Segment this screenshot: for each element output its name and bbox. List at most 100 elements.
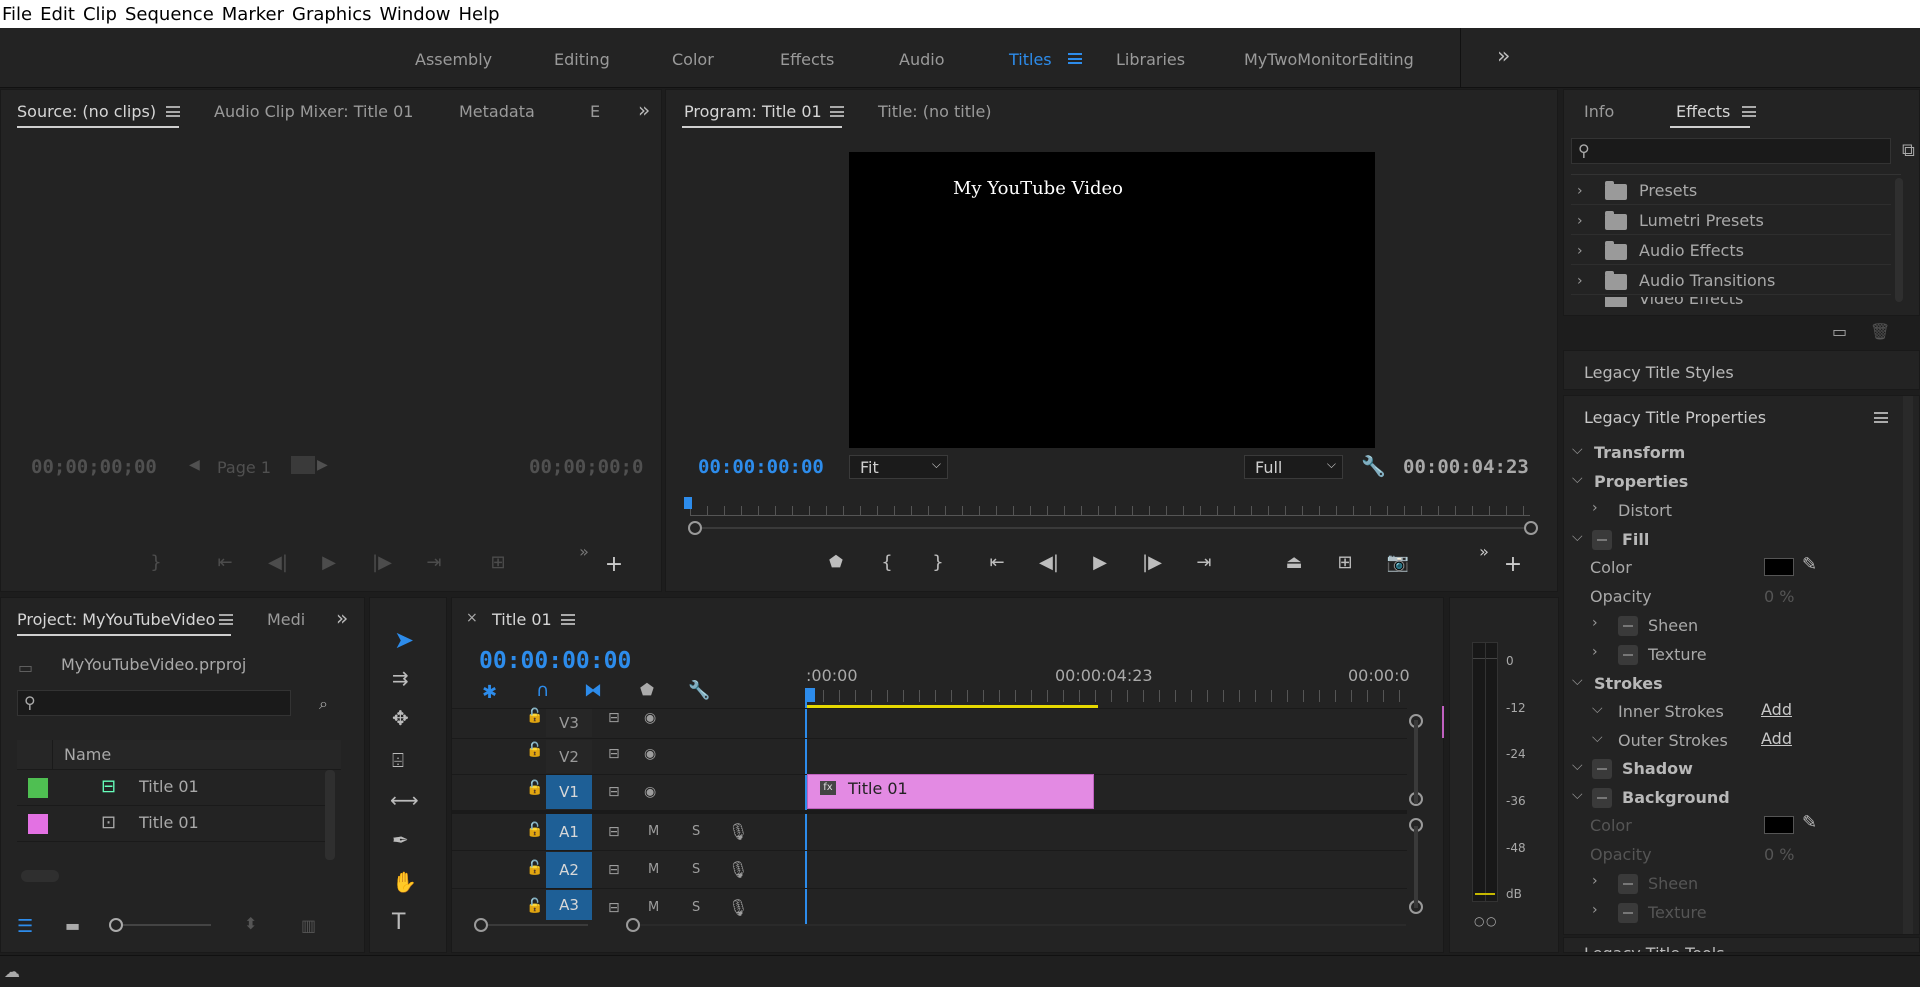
trash-icon[interactable]: 🗑 — [1870, 322, 1890, 341]
track-target-v1[interactable]: V1 — [546, 775, 592, 809]
tab-media[interactable]: Medi — [267, 610, 305, 629]
tab-title[interactable]: Title: (no title) — [878, 102, 992, 121]
effects-item-presets[interactable]: › Presets — [1571, 180, 1891, 205]
more-tabs-icon[interactable]: » — [336, 606, 348, 630]
snap-icon[interactable]: ∩ — [536, 680, 549, 701]
more-controls-icon[interactable]: » — [1471, 542, 1497, 561]
timeline-ruler[interactable] — [807, 690, 1407, 702]
eyedropper-icon[interactable]: ✎ — [1802, 554, 1817, 575]
chevron-right-icon[interactable]: › — [1592, 873, 1598, 889]
chevron-right-icon[interactable]: › — [1592, 902, 1598, 918]
solo-button[interactable]: S — [692, 862, 700, 877]
effects-item-audio-transitions[interactable]: › Audio Transitions — [1571, 270, 1891, 295]
timeline-scroll-track[interactable] — [640, 924, 1406, 926]
go-to-out-icon[interactable]: ⇥ — [421, 552, 447, 573]
chevron-down-icon[interactable]: ⌵ — [1572, 787, 1583, 803]
column-name-header[interactable]: Name — [64, 745, 111, 764]
workspace-audio[interactable]: Audio — [899, 50, 944, 69]
chevron-down-icon[interactable]: ⌵ — [1572, 758, 1583, 774]
eyedropper-icon[interactable]: ✎ — [1802, 812, 1817, 833]
new-bin-icon[interactable]: ⧉ — [1902, 140, 1915, 161]
inner-strokes-add-link[interactable]: Add — [1761, 700, 1792, 719]
mute-button[interactable]: M — [648, 862, 659, 877]
lock-icon[interactable]: 🔓 — [526, 742, 543, 758]
go-to-in-icon[interactable]: ⇤ — [212, 552, 238, 573]
mute-button[interactable]: M — [648, 824, 659, 839]
workspace-assembly[interactable]: Assembly — [415, 50, 492, 69]
tab-program[interactable]: Program: Title 01 — [684, 102, 822, 121]
menu-sequence[interactable]: Sequence — [125, 4, 214, 25]
effects-item-video-effects[interactable]: Video Effects — [1571, 297, 1891, 307]
workspace-menu-icon[interactable] — [1068, 53, 1082, 64]
tab-audio-clip-mixer[interactable]: Audio Clip Mixer: Title 01 — [214, 102, 413, 121]
step-back-icon[interactable]: ◀| — [265, 552, 291, 573]
linked-selection-icon[interactable]: ⧓ — [584, 680, 602, 701]
mark-out-icon[interactable]: } — [143, 552, 169, 573]
next-page-icon[interactable]: ▶ — [317, 457, 328, 473]
workspace-mytwomonitorediting[interactable]: MyTwoMonitorEditing — [1244, 50, 1414, 69]
track-target-v2[interactable]: V2 — [546, 740, 592, 773]
project-scrollbar[interactable] — [325, 770, 335, 860]
creative-cloud-icon[interactable]: ☁ — [4, 962, 20, 981]
panel-menu-icon[interactable] — [1874, 412, 1888, 423]
step-forward-icon[interactable]: |▶ — [369, 552, 395, 573]
ripple-edit-tool-icon[interactable]: ✥ — [392, 706, 409, 730]
icon-view-icon[interactable]: ▬ — [65, 916, 80, 935]
tab-project[interactable]: Project: MyYouTubeVideo — [17, 610, 215, 629]
workspace-color[interactable]: Color — [672, 50, 714, 69]
add-marker-icon[interactable]: ⬟ — [640, 680, 654, 699]
bg-opacity-value[interactable]: 0 % — [1764, 845, 1794, 864]
panel-menu-icon[interactable] — [830, 106, 844, 117]
menu-marker[interactable]: Marker — [222, 4, 284, 25]
fill-opacity-value[interactable]: 0 % — [1764, 587, 1794, 606]
menu-edit[interactable]: Edit — [40, 4, 75, 25]
add-marker-icon[interactable]: ⬟ — [823, 552, 849, 571]
eye-icon[interactable]: ◉ — [644, 784, 656, 800]
wrench-icon[interactable]: 🔧 — [688, 680, 710, 701]
strokes-section[interactable]: Strokes — [1594, 674, 1663, 693]
selection-tool-icon[interactable]: ➤ — [394, 626, 414, 654]
zoom-slider-handle[interactable] — [109, 918, 123, 932]
chevron-down-icon[interactable]: ⌵ — [1572, 471, 1583, 487]
lift-icon[interactable]: ⏏ — [1281, 552, 1307, 573]
solo-button[interactable]: S — [692, 900, 700, 915]
panel-menu-icon[interactable] — [561, 614, 575, 625]
shadow-section[interactable]: Shadow — [1622, 759, 1693, 778]
microphone-icon[interactable]: 🎙 — [728, 860, 748, 879]
mark-out-icon[interactable]: } — [925, 552, 951, 573]
tab-timeline-title[interactable]: Title 01 — [492, 610, 552, 629]
prev-page-icon[interactable]: ◀ — [189, 457, 200, 473]
track-select-tool-icon[interactable]: ⇉ — [392, 666, 409, 690]
camera-icon[interactable]: 📷 — [1385, 552, 1411, 573]
sync-lock-icon[interactable]: ⊟ — [608, 900, 620, 916]
step-back-icon[interactable]: ◀| — [1036, 552, 1062, 573]
mute-button[interactable]: M — [648, 900, 659, 915]
menu-graphics[interactable]: Graphics — [292, 4, 372, 25]
menu-help[interactable]: Help — [458, 4, 499, 25]
mark-in-icon[interactable]: { — [874, 552, 900, 573]
playhead[interactable] — [805, 688, 815, 702]
track-target-v3[interactable]: V3 — [546, 709, 592, 737]
workspace-editing[interactable]: Editing — [554, 50, 610, 69]
texture-checkbox[interactable] — [1618, 644, 1638, 665]
timeline-playhead-timecode[interactable]: 00:00:00:00 — [479, 648, 631, 674]
program-monitor-video[interactable]: My YouTube Video — [849, 152, 1375, 448]
project-item-row[interactable]: ⊟ Title 01 — [17, 770, 325, 806]
effects-scrollbar[interactable] — [1895, 178, 1903, 302]
tab-effects[interactable]: Effects — [1676, 102, 1730, 121]
lock-icon[interactable]: 🔓 — [526, 822, 543, 838]
lock-icon[interactable]: 🔓 — [526, 898, 543, 914]
effects-item-audio-effects[interactable]: › Audio Effects — [1571, 240, 1891, 265]
fill-color-swatch[interactable] — [1764, 558, 1794, 576]
tab-e[interactable]: E — [590, 102, 600, 121]
solo-left-icon[interactable]: ○ — [1474, 914, 1484, 928]
track-target-a3[interactable]: A3 — [546, 890, 592, 920]
label-color-swatch[interactable] — [28, 814, 48, 834]
chevron-right-icon[interactable]: › — [1592, 615, 1598, 631]
nest-icon[interactable]: ✱ — [482, 682, 497, 703]
more-workspaces-icon[interactable]: » — [1497, 44, 1510, 69]
add-button-icon[interactable]: + — [601, 552, 627, 577]
program-playhead-timecode[interactable]: 00:00:00:00 — [698, 456, 824, 478]
bg-color-swatch[interactable] — [1764, 816, 1794, 834]
time-ruler[interactable] — [690, 506, 1530, 516]
